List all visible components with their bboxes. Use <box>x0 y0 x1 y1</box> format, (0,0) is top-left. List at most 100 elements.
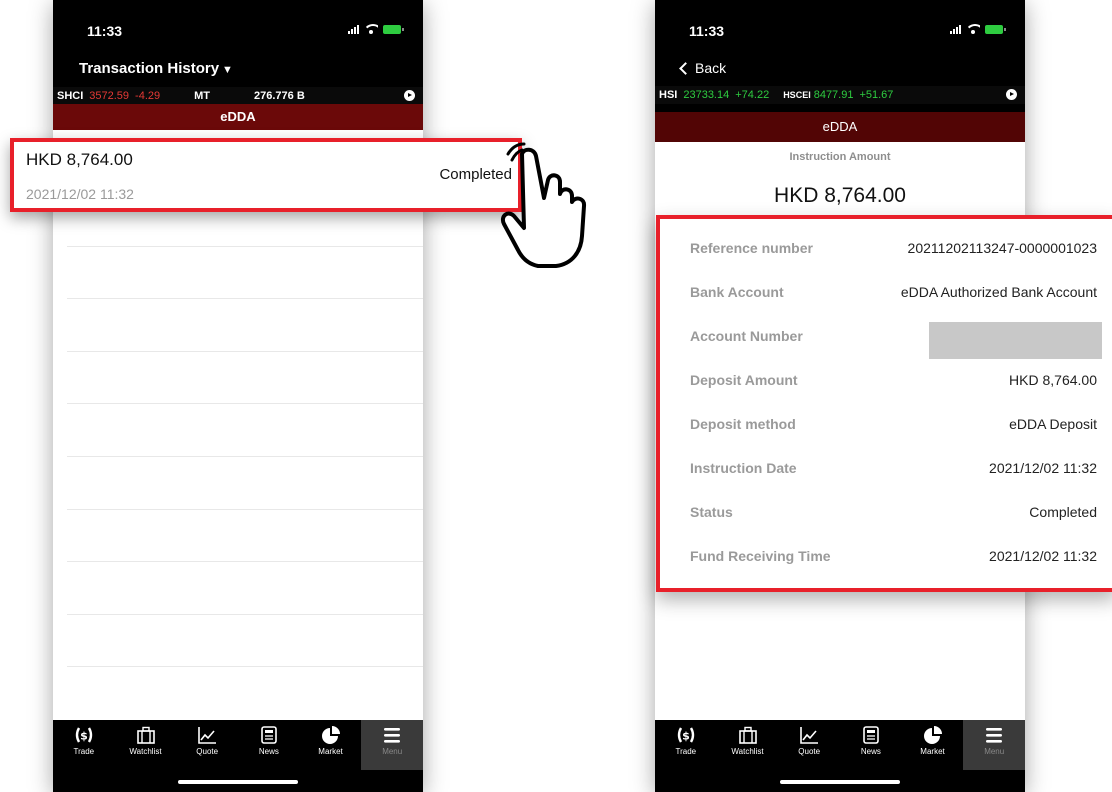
tab-watchlist[interactable]: Watchlist <box>717 720 779 770</box>
transaction-row-highlight[interactable]: HKD 8,764.00 2021/12/02 11:32 Completed <box>10 138 522 212</box>
detail-value: eDDA Authorized Bank Account <box>900 284 1097 300</box>
page-title: Transaction History <box>79 60 220 77</box>
back-button[interactable]: Back <box>679 60 727 76</box>
tab-label: Market <box>920 747 945 756</box>
pie-chart-icon <box>923 726 942 744</box>
detail-row-bank-account: Bank Account eDDA Authorized Bank Accoun… <box>660 277 1112 307</box>
tab-trade[interactable]: $ Trade <box>53 720 115 770</box>
detail-label: Bank Account <box>690 284 784 300</box>
newspaper-icon <box>261 726 277 744</box>
ticker-play-icon[interactable] <box>404 90 415 101</box>
status-bar: 11:33 <box>53 0 423 52</box>
detail-row-status: Status Completed <box>660 497 1112 527</box>
detail-label: Status <box>690 504 733 520</box>
home-indicator <box>780 780 900 784</box>
tab-news[interactable]: News <box>238 720 300 770</box>
detail-value: Completed <box>1029 504 1097 520</box>
instruction-amount-value: HKD 8,764.00 <box>774 184 906 207</box>
ticker-value-2: 8477.91 <box>813 89 854 101</box>
dropdown-caret-icon: ▼ <box>222 64 233 76</box>
market-ticker[interactable]: SHCI 3572.59 -4.29 MT 276.776 B <box>53 87 423 104</box>
tab-watchlist[interactable]: Watchlist <box>115 720 177 770</box>
tab-label: Trade <box>73 747 95 756</box>
briefcase-icon <box>136 726 155 744</box>
menu-icon <box>986 728 1003 743</box>
back-chevron-icon <box>679 61 692 75</box>
list-divider <box>67 509 423 510</box>
detail-label: Instruction Date <box>690 460 797 476</box>
status-time: 11:33 <box>87 23 123 39</box>
back-label: Back <box>695 60 727 76</box>
instruction-amount-section: Instruction Amount HKD 8,764.00 <box>655 142 1025 220</box>
tab-label: Quote <box>798 747 821 756</box>
bottom-tab-bar: $ Trade Watchlist Quote News Market Menu <box>53 720 423 792</box>
list-divider <box>67 456 423 457</box>
ticker-change-2: +51.67 <box>859 89 894 101</box>
detail-label: Deposit method <box>690 416 796 432</box>
pie-chart-icon <box>321 726 340 744</box>
ticker-turnover-label: MT <box>194 89 211 102</box>
wifi-icon <box>364 24 378 34</box>
ticker-value: 23733.14 <box>683 89 730 101</box>
list-divider <box>67 403 423 404</box>
line-chart-icon <box>800 727 819 744</box>
pointing-hand-icon <box>501 142 587 268</box>
dollar-icon: $ <box>677 727 695 743</box>
status-icons <box>950 24 1006 34</box>
tab-label: News <box>258 747 279 756</box>
detail-row-deposit-method: Deposit method eDDA Deposit <box>660 409 1112 439</box>
line-chart-icon <box>198 727 217 744</box>
tab-market[interactable]: Market <box>300 720 362 770</box>
wifi-icon <box>966 24 980 34</box>
detail-row-deposit-amount: Deposit Amount HKD 8,764.00 <box>660 365 1112 395</box>
signal-icon <box>348 24 359 34</box>
detail-row-reference: Reference number 20211202113247-00000010… <box>660 233 1112 263</box>
ticker-code: SHCI <box>57 89 84 102</box>
deposit-details-highlight: Reference number 20211202113247-00000010… <box>656 215 1112 592</box>
instruction-amount-label: Instruction Amount <box>789 151 891 163</box>
tab-quote[interactable]: Quote <box>176 720 238 770</box>
svg-text:$: $ <box>682 730 690 743</box>
tab-label: Menu <box>382 747 403 756</box>
tab-edda[interactable]: eDDA <box>53 104 423 130</box>
page-title-dropdown[interactable]: Transaction History ▼ <box>79 60 233 77</box>
ticker-turnover: 276.776 B <box>254 89 305 102</box>
tab-label: News <box>860 747 881 756</box>
transaction-amount: HKD 8,764.00 <box>26 150 133 169</box>
tab-label: Watchlist <box>129 747 162 756</box>
ticker-code-2: HSCEI <box>783 90 811 100</box>
list-divider <box>67 246 423 247</box>
ticker-code: HSI <box>659 89 678 101</box>
detail-row-fund-receiving-time: Fund Receiving Time 2021/12/02 11:32 <box>660 541 1112 571</box>
tab-label: Menu <box>984 747 1005 756</box>
tab-label: Quote <box>196 747 219 756</box>
tab-trade[interactable]: $ Trade <box>655 720 717 770</box>
detail-value: 2021/12/02 11:32 <box>989 548 1097 564</box>
tab-quote[interactable]: Quote <box>778 720 840 770</box>
detail-label: Account Number <box>690 328 803 344</box>
ticker-play-icon[interactable] <box>1006 89 1017 100</box>
detail-label: Reference number <box>690 240 813 256</box>
tab-market[interactable]: Market <box>902 720 964 770</box>
briefcase-icon <box>738 726 757 744</box>
market-ticker[interactable]: HSI 23733.14 +74.22 HSCEI 8477.91 +51.67 <box>655 86 1025 104</box>
tab-news[interactable]: News <box>840 720 902 770</box>
detail-value: 20211202113247-0000001023 <box>907 240 1097 256</box>
detail-value: eDDA Deposit <box>1009 416 1097 432</box>
tab-menu[interactable]: Menu <box>963 720 1025 770</box>
list-divider <box>67 561 423 562</box>
transaction-list <box>53 130 423 720</box>
battery-icon <box>985 25 1006 34</box>
tab-menu[interactable]: Menu <box>361 720 423 770</box>
detail-value: HKD 8,764.00 <box>1009 372 1097 388</box>
redacted-account-number <box>929 322 1102 359</box>
list-divider <box>67 614 423 615</box>
detail-label: Fund Receiving Time <box>690 548 831 564</box>
ticker-change: +74.22 <box>735 89 770 101</box>
dollar-icon: $ <box>75 727 93 743</box>
detail-value: 2021/12/02 11:32 <box>989 460 1097 476</box>
detail-row-instruction-date: Instruction Date 2021/12/02 11:32 <box>660 453 1112 483</box>
bottom-tab-bar: $ Trade Watchlist Quote News Market Menu <box>655 720 1025 792</box>
tab-edda[interactable]: eDDA <box>655 112 1025 142</box>
status-time: 11:33 <box>689 23 725 39</box>
